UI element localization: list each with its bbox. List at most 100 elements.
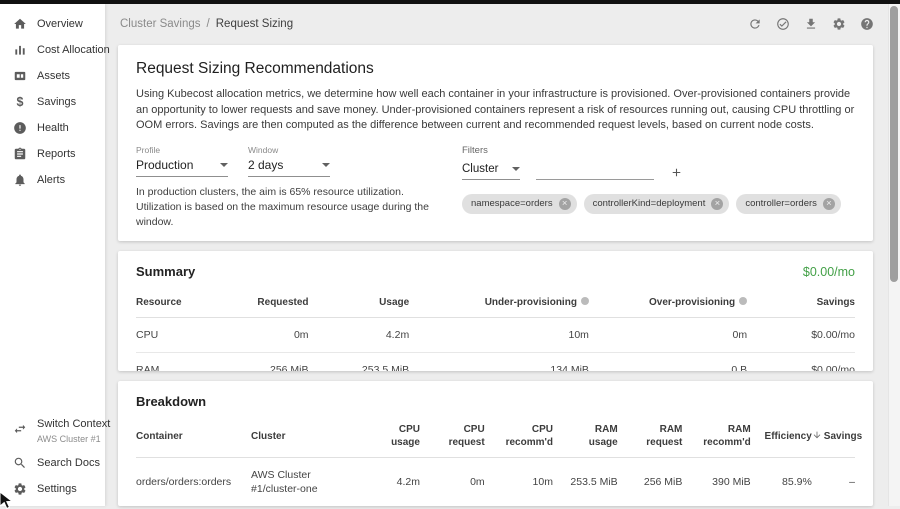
filters-section: Filters Cluster namespace=order bbox=[462, 145, 855, 242]
breakdown-card: Breakdown Container Cluster CPU usage CP… bbox=[118, 381, 873, 506]
col-ram-request: RAM request bbox=[618, 415, 683, 458]
window-field: Window 2 days bbox=[248, 145, 330, 177]
refresh-icon[interactable] bbox=[748, 17, 762, 31]
sidebar-item-cost-allocation[interactable]: Cost Allocation bbox=[0, 37, 105, 63]
window-select[interactable]: 2 days bbox=[248, 155, 330, 177]
summary-header-row: Resource Requested Usage Under-provision… bbox=[136, 288, 855, 318]
home-icon bbox=[13, 17, 27, 31]
col-cpu-usage: CPU usage bbox=[355, 415, 420, 458]
bell-icon bbox=[13, 173, 27, 187]
col-efficiency: Efficiency bbox=[751, 415, 812, 458]
breadcrumb-separator: / bbox=[207, 18, 210, 30]
breadcrumb: Cluster Savings / Request Sizing bbox=[120, 18, 293, 30]
sidebar-item-overview[interactable]: Overview bbox=[0, 11, 105, 37]
breakdown-title: Breakdown bbox=[136, 394, 206, 409]
window-top-strip bbox=[0, 0, 900, 4]
profile-select[interactable]: Production bbox=[136, 155, 228, 177]
summary-total-savings: $0.00/mo bbox=[803, 265, 855, 279]
swap-arrows-icon bbox=[13, 422, 27, 436]
filter-chip: controller=orders × bbox=[736, 194, 841, 214]
scrollbar-track[interactable] bbox=[888, 4, 900, 506]
sidebar-item-label: Overview bbox=[37, 18, 83, 30]
col-requested: Requested bbox=[222, 288, 308, 318]
current-context-label: AWS Cluster #1 bbox=[37, 434, 110, 444]
plus-icon bbox=[670, 166, 683, 179]
sidebar-bottom-group: Switch Context AWS Cluster #1 Search Doc… bbox=[0, 408, 105, 502]
col-under-provisioning: Under-provisioning bbox=[409, 288, 589, 318]
health-circle-icon bbox=[13, 121, 27, 135]
bar-chart-icon bbox=[13, 43, 27, 57]
topbar: Cluster Savings / Request Sizing bbox=[105, 4, 900, 44]
breakdown-table: Container Cluster CPU usage CPU request … bbox=[136, 415, 855, 506]
sidebar-item-label: Savings bbox=[37, 96, 76, 108]
window-label: Window bbox=[248, 145, 330, 155]
download-icon[interactable] bbox=[804, 17, 818, 31]
sidebar-item-savings[interactable]: $ Savings bbox=[0, 89, 105, 115]
dollar-icon: $ bbox=[13, 95, 27, 109]
info-icon[interactable] bbox=[581, 297, 589, 305]
chevron-down-icon bbox=[322, 163, 330, 167]
col-container: Container bbox=[136, 415, 251, 458]
sidebar-item-health[interactable]: Health bbox=[0, 115, 105, 141]
sidebar-item-settings[interactable]: Settings bbox=[0, 476, 105, 502]
profile-field: Profile Production bbox=[136, 145, 228, 177]
summary-card: Summary $0.00/mo Resource Requested Usag… bbox=[118, 251, 873, 371]
sidebar-item-search-docs[interactable]: Search Docs bbox=[0, 450, 105, 476]
table-row[interactable]: orders/orders:orders AWS Cluster #1/clus… bbox=[136, 458, 855, 507]
filter-chips: namespace=orders × controllerKind=deploy… bbox=[462, 194, 855, 214]
col-resource: Resource bbox=[136, 288, 222, 318]
breakdown-header-row: Container Cluster CPU usage CPU request … bbox=[136, 415, 855, 458]
table-row[interactable]: CPU 0m 4.2m 10m 0m $0.00/mo bbox=[136, 318, 855, 353]
clipboard-icon bbox=[13, 147, 27, 161]
sidebar-item-switch-context[interactable]: Switch Context AWS Cluster #1 bbox=[0, 408, 105, 450]
breadcrumb-current-page: Request Sizing bbox=[216, 18, 293, 30]
col-ram-usage: RAM usage bbox=[553, 415, 618, 458]
sidebar-item-assets[interactable]: Assets bbox=[0, 63, 105, 89]
filter-type-select[interactable]: Cluster bbox=[462, 161, 520, 180]
search-icon bbox=[13, 456, 27, 470]
assets-board-icon bbox=[13, 69, 27, 83]
filters-label: Filters bbox=[462, 145, 855, 156]
chip-close-icon[interactable]: × bbox=[711, 198, 723, 210]
page-content: Request Sizing Recommendations Using Kub… bbox=[118, 45, 873, 506]
scrollbar-thumb[interactable] bbox=[890, 6, 898, 282]
check-circle-icon[interactable] bbox=[776, 17, 790, 31]
settings-label: Settings bbox=[37, 483, 77, 495]
page-description: Using Kubecost allocation metrics, we de… bbox=[136, 87, 855, 134]
summary-title: Summary bbox=[136, 264, 195, 279]
col-cpu-recommended: CPU recomm'd bbox=[485, 415, 553, 458]
chevron-down-icon bbox=[220, 163, 228, 167]
table-row[interactable]: RAM 256 MiB 253.5 MiB 134 MiB 0 B $0.00/… bbox=[136, 353, 855, 372]
chip-close-icon[interactable]: × bbox=[823, 198, 835, 210]
breadcrumb-cluster-savings[interactable]: Cluster Savings bbox=[120, 18, 201, 30]
search-docs-label: Search Docs bbox=[37, 457, 100, 469]
topbar-icons bbox=[748, 17, 874, 31]
request-sizing-card: Request Sizing Recommendations Using Kub… bbox=[118, 45, 873, 241]
sidebar: Overview Cost Allocation Assets $ Saving… bbox=[0, 4, 105, 506]
col-over-provisioning: Over-provisioning bbox=[589, 288, 747, 318]
sidebar-item-label: Assets bbox=[37, 70, 70, 82]
col-savings: Savings bbox=[747, 288, 855, 318]
filter-chip: controllerKind=deployment × bbox=[584, 194, 730, 214]
sidebar-item-alerts[interactable]: Alerts bbox=[0, 167, 105, 193]
sidebar-item-reports[interactable]: Reports bbox=[0, 141, 105, 167]
profile-window-controls: Profile Production Window 2 days bbox=[136, 145, 448, 242]
info-icon[interactable] bbox=[739, 297, 747, 305]
sidebar-item-label: Cost Allocation bbox=[37, 44, 110, 56]
add-filter-button[interactable] bbox=[670, 166, 683, 179]
sidebar-item-label: Reports bbox=[37, 148, 76, 160]
sidebar-item-label: Health bbox=[37, 122, 69, 134]
help-icon[interactable] bbox=[860, 17, 874, 31]
col-savings-sort[interactable]: Savings bbox=[812, 415, 855, 458]
col-cluster: Cluster bbox=[251, 415, 355, 458]
gear-icon[interactable] bbox=[832, 17, 846, 31]
sort-descending-icon bbox=[812, 431, 824, 442]
filter-value-input[interactable] bbox=[536, 161, 654, 180]
sidebar-item-label: Alerts bbox=[37, 174, 65, 186]
page-title: Request Sizing Recommendations bbox=[136, 60, 855, 78]
col-cpu-request: CPU request bbox=[420, 415, 485, 458]
filter-chip: namespace=orders × bbox=[462, 194, 577, 214]
chip-close-icon[interactable]: × bbox=[559, 198, 571, 210]
gear-icon bbox=[13, 482, 27, 496]
switch-context-label: Switch Context bbox=[37, 418, 110, 430]
